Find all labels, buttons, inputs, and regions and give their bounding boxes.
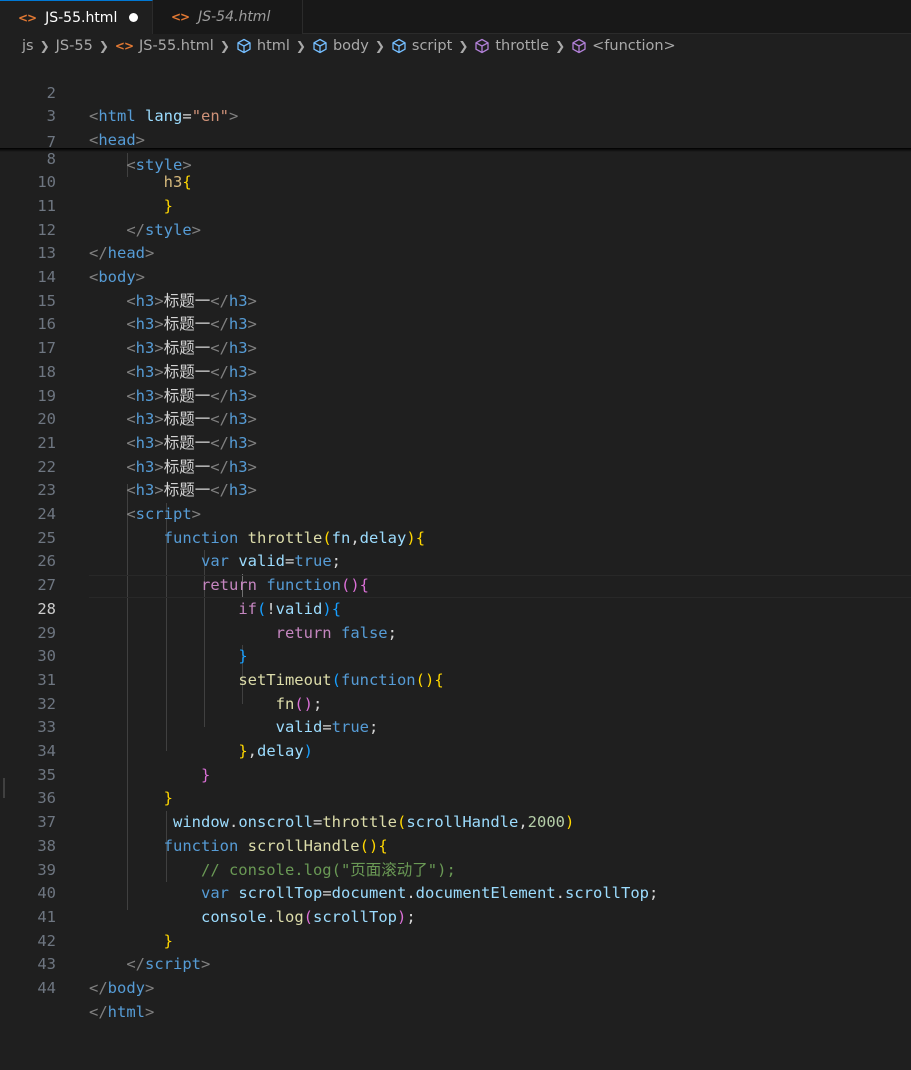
code-line: 41 } bbox=[0, 882, 911, 950]
code-line: 43 </body> bbox=[0, 930, 911, 997]
code-line: 3 <head> bbox=[0, 82, 911, 149]
code-line: 32 valid=true; bbox=[0, 669, 911, 737]
html-file-icon: <> bbox=[18, 10, 37, 25]
code-line: 19 <h3>标题一</h3> bbox=[0, 361, 911, 429]
code-line: 24 function throttle(fn,delay){ bbox=[0, 479, 911, 547]
symbol-element-icon bbox=[236, 38, 252, 54]
tab-label: JS-54.html bbox=[198, 9, 271, 25]
code-line: 12 </head> bbox=[0, 195, 911, 263]
breadcrumb-item-throttle[interactable]: throttle bbox=[495, 38, 549, 54]
code-editor[interactable]: 2 <html lang="en"> 3 <head> 7 <style> 8 … bbox=[0, 58, 911, 1070]
code-line: 2 <html lang="en"> bbox=[0, 58, 911, 126]
code-line: 21 <h3>标题一</h3> bbox=[0, 408, 911, 476]
breadcrumb-item-script[interactable]: script bbox=[412, 38, 452, 54]
code-line: 26 return function(){ bbox=[0, 527, 911, 594]
code-line: 44 </html> bbox=[0, 953, 911, 1021]
code-line: 16 <h3>标题一</h3> bbox=[0, 290, 911, 357]
code-line-current: 28 return false; bbox=[0, 574, 911, 642]
code-line: 17 <h3>标题一</h3> bbox=[0, 313, 911, 381]
html-file-icon: <> bbox=[114, 39, 134, 53]
breadcrumb-item-function[interactable]: <function> bbox=[592, 38, 676, 54]
chevron-right-icon: ❯ bbox=[98, 39, 109, 53]
code-line: 23 <script> bbox=[0, 456, 911, 523]
breadcrumb-item-html[interactable]: html bbox=[257, 38, 290, 54]
symbol-function-icon bbox=[474, 38, 490, 54]
code-line: 10 } bbox=[0, 148, 911, 215]
code-line: 31 fn(); bbox=[0, 645, 911, 713]
chevron-right-icon: ❯ bbox=[374, 39, 385, 53]
code-line: 20 <h3>标题一</h3> bbox=[0, 385, 911, 452]
code-line: 42 </script> bbox=[0, 906, 911, 974]
symbol-function-icon bbox=[571, 38, 587, 54]
code-line: 30 setTimeout(function(){ bbox=[0, 622, 911, 689]
code-line: 14 <h3>标题一</h3> bbox=[0, 242, 911, 310]
breadcrumb-item-folder[interactable]: JS-55 bbox=[56, 38, 93, 54]
chevron-right-icon: ❯ bbox=[555, 39, 566, 53]
chevron-right-icon: ❯ bbox=[219, 39, 230, 53]
code-line: 27 if(!valid){ bbox=[0, 550, 911, 618]
code-line: 38 // console.log("页面滚动了"); bbox=[0, 811, 911, 879]
code-line: 22 <h3>标题一</h3> bbox=[0, 432, 911, 500]
symbol-element-icon bbox=[312, 38, 328, 54]
breadcrumb: js ❯ JS-55 ❯ <> JS-55.html ❯ html ❯ body… bbox=[0, 34, 911, 58]
code-line: 35 } bbox=[0, 740, 911, 808]
breadcrumb-item-folder[interactable]: js bbox=[22, 38, 34, 54]
code-line: 39 var scrollTop=document.documentElemen… bbox=[0, 835, 911, 903]
unsaved-dot-icon[interactable] bbox=[129, 13, 139, 22]
code-line: 11 </style> bbox=[0, 171, 911, 239]
tab-label: JS-55.html bbox=[45, 9, 118, 26]
breadcrumb-item-body[interactable]: body bbox=[333, 38, 369, 54]
code-line: 29 } bbox=[0, 598, 911, 666]
symbol-element-icon bbox=[391, 38, 407, 54]
code-line: 37 function scrollHandle(){ bbox=[0, 787, 911, 855]
html-file-icon: <> bbox=[171, 10, 190, 24]
code-line: 33 },delay) bbox=[0, 693, 911, 760]
code-line: 13 <body> bbox=[0, 219, 911, 286]
line-number: 44 bbox=[37, 979, 56, 997]
code-line: 18 <h3>标题一</h3> bbox=[0, 337, 911, 405]
tab-js-55[interactable]: <> JS-55.html bbox=[0, 0, 153, 34]
code-line: 25 var valid=true; bbox=[0, 503, 911, 571]
tab-bar: <> JS-55.html <> JS-54.html bbox=[0, 0, 911, 34]
code-line: 40 console.log(scrollTop); bbox=[0, 859, 911, 926]
code-line: 34 } bbox=[0, 716, 911, 784]
chevron-right-icon: ❯ bbox=[295, 39, 306, 53]
tab-js-54[interactable]: <> JS-54.html bbox=[153, 0, 303, 34]
code-line: 36 window.onscroll=throttle(scrollHandle… bbox=[0, 764, 911, 831]
chevron-right-icon: ❯ bbox=[39, 39, 50, 53]
breadcrumb-item-file[interactable]: JS-55.html bbox=[139, 38, 214, 54]
chevron-right-icon: ❯ bbox=[458, 39, 469, 53]
code-line: 8 h3{ bbox=[0, 124, 911, 192]
code-line: 15 <h3>标题一</h3> bbox=[0, 266, 911, 334]
